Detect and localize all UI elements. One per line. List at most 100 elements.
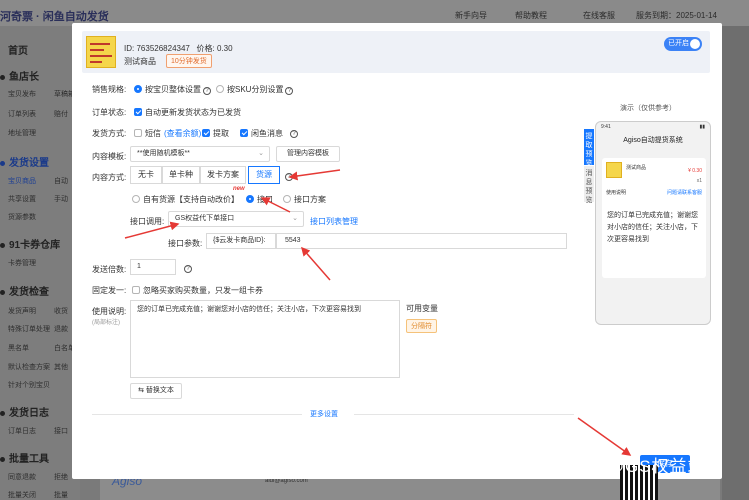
- send-multiple-label: 发送倍数:: [92, 265, 127, 274]
- sidebar-item[interactable]: 共享设置: [8, 194, 36, 204]
- preview-message: 您的订单已完成充值；谢谢您对小店的信任；关注小店，下次更容易找到: [607, 212, 698, 243]
- nav-guide[interactable]: 新手向导: [455, 10, 487, 21]
- view-balance-link[interactable]: (查看余额): [164, 128, 201, 139]
- manage-template-button[interactable]: 管理内容模板: [276, 146, 340, 162]
- sales-spec-label: 销售规格:: [92, 85, 127, 94]
- separator-variable-tag[interactable]: 分隔符: [406, 319, 437, 333]
- help-icon[interactable]: ?: [285, 87, 294, 95]
- bullet-icon: [0, 160, 5, 166]
- interface-option[interactable]: 接口: [246, 194, 273, 205]
- divider: [354, 414, 574, 415]
- replace-icon: ⇆: [138, 387, 144, 394]
- preview-usage-label: 使用说明: [606, 190, 627, 196]
- sidebar-item[interactable]: 订单列表: [8, 109, 36, 119]
- content-mode-card-plan[interactable]: 发卡方案: [200, 166, 246, 184]
- param-value-input[interactable]: 5543: [276, 233, 567, 249]
- sidebar-item[interactable]: 赔付: [54, 109, 68, 119]
- tab-message-preview[interactable]: 消息预览: [584, 166, 594, 204]
- watermark: 知乎 @GS权益站: [565, 457, 706, 476]
- pickup-checkbox[interactable]: 提取: [202, 128, 229, 139]
- sidebar-item[interactable]: 自动: [54, 176, 68, 186]
- auto-update-status-checkbox[interactable]: 自动更新发货状态为已发货: [134, 107, 241, 118]
- content-mode-no-card[interactable]: 无卡: [130, 166, 162, 184]
- sidebar-section-shipping[interactable]: 发货设置: [0, 154, 49, 169]
- sidebar-item[interactable]: 手动: [54, 194, 68, 204]
- usage-textarea[interactable]: 您的订单已完成充值；谢谢您对小店的信任；关注小店，下次更容易找到: [130, 300, 400, 378]
- nav-help[interactable]: 帮助教程: [515, 10, 547, 21]
- sidebar-item[interactable]: 订单日志: [8, 426, 36, 436]
- sidebar-section-home[interactable]: 首页: [8, 42, 28, 57]
- interface-call-label: 接口调用:: [130, 217, 165, 226]
- sidebar-item[interactable]: 发货声明: [8, 306, 36, 316]
- content-mode-single-card[interactable]: 单卡种: [162, 166, 200, 184]
- brand-title: 河奇票 · 闲鱼自动发货: [0, 11, 109, 23]
- product-thumbnail: [86, 36, 116, 68]
- sidebar-item[interactable]: 批量: [54, 490, 68, 500]
- sidebar-item[interactable]: 默认检查方案: [8, 362, 50, 372]
- preview-title: 演示（仅供参考）: [620, 105, 676, 112]
- checkbox-checked-icon: [134, 108, 142, 116]
- bullet-icon: [0, 456, 5, 462]
- sidebar-section-cards[interactable]: 91卡券仓库: [0, 236, 60, 251]
- product-name: 测试商品: [124, 57, 156, 66]
- interface-plan-option[interactable]: 接口方案: [283, 194, 326, 205]
- help-icon[interactable]: ?: [203, 87, 211, 95]
- sidebar-item[interactable]: 地址管理: [8, 128, 36, 138]
- radio-selected-icon: [134, 85, 142, 93]
- bullet-icon: [0, 74, 5, 80]
- preview-price: ¥ 0.30: [688, 168, 702, 174]
- checkbox-checked-icon: [240, 129, 248, 137]
- checkbox-checked-icon: [202, 129, 210, 137]
- sidebar-item[interactable]: 针对个别宝贝: [8, 380, 50, 390]
- nav-support[interactable]: 在线客服: [583, 10, 615, 21]
- sidebar-section-tools[interactable]: 批量工具: [0, 450, 49, 465]
- sidebar-item-active[interactable]: 宝贝商品: [8, 176, 36, 186]
- sidebar-item[interactable]: 宝贝发布: [8, 89, 36, 99]
- replace-text-button[interactable]: ⇆ 替换文本: [130, 383, 182, 399]
- sales-spec-whole-option[interactable]: 按宝贝整体设置?: [134, 84, 211, 95]
- content-template-select[interactable]: **使用随机模板** ⌄: [130, 146, 270, 162]
- sms-checkbox[interactable]: 短信: [134, 128, 161, 139]
- sidebar-item[interactable]: 货源参数: [8, 212, 36, 222]
- delivery-time-badge: 10分钟发货: [166, 54, 212, 68]
- sidebar-item[interactable]: 特殊订单处理: [8, 324, 50, 334]
- sidebar-section-check[interactable]: 发货检查: [0, 283, 49, 298]
- sidebar-section-logs[interactable]: 发货日志: [0, 404, 49, 419]
- sidebar-item[interactable]: 收货: [54, 306, 68, 316]
- sidebar-item[interactable]: 拒绝: [54, 472, 68, 482]
- tab-pickup-preview[interactable]: 提取预览: [584, 129, 594, 167]
- radio-icon: [216, 85, 224, 93]
- content-mode-source[interactable]: 货源: [248, 166, 280, 184]
- interface-list-manage-link[interactable]: 接口列表管理: [310, 216, 358, 227]
- fixed-one-checkbox[interactable]: 忽略买家购买数量，只发一组卡券: [132, 285, 263, 296]
- phone-order-card: 测试商品 ¥ 0.30 x1 使用说明 问题请联系客服 您的订单已完成充值；谢谢…: [602, 158, 706, 278]
- help-icon[interactable]: ?: [182, 263, 192, 273]
- own-source-option[interactable]: 自有货源【支持自动改价】: [132, 194, 239, 205]
- sales-spec-sku-option[interactable]: 按SKU分别设置?: [216, 84, 294, 95]
- sidebar-item[interactable]: 黑名单: [8, 343, 29, 353]
- sidebar-item[interactable]: 同意退款: [8, 472, 36, 482]
- checkbox-icon: [134, 129, 142, 137]
- sidebar-item[interactable]: 批量关闭: [8, 490, 36, 500]
- interface-call-select[interactable]: GS权益代下单接口 ⌄: [168, 211, 304, 227]
- phone-status-bar: 9:41 ▮▮: [601, 124, 705, 130]
- enable-toggle[interactable]: 已开启: [664, 37, 702, 51]
- bullet-icon: [0, 242, 5, 248]
- sidebar-item[interactable]: 退款: [54, 324, 68, 334]
- content-template-label: 内容模板:: [92, 152, 127, 161]
- usage-sublabel: (局部标注): [92, 320, 120, 326]
- sidebar-section-shop[interactable]: 鱼店长: [0, 68, 39, 83]
- help-icon[interactable]: ?: [283, 171, 293, 181]
- phone-app-title: Agiso自动提货系统: [623, 137, 683, 144]
- chevron-down-icon: ⌄: [258, 150, 264, 157]
- send-multiple-input[interactable]: 1: [130, 259, 176, 275]
- sidebar-item[interactable]: 接口: [54, 426, 68, 436]
- radio-icon: [283, 195, 291, 203]
- xianyu-message-checkbox[interactable]: 闲鱼消息: [240, 128, 283, 139]
- help-icon[interactable]: ?: [288, 128, 298, 138]
- sidebar-item[interactable]: 其他: [54, 362, 68, 372]
- sidebar-item[interactable]: 卡券管理: [8, 258, 36, 268]
- preview-qty: x1: [696, 178, 702, 184]
- more-settings-link[interactable]: 更多设置: [310, 409, 338, 419]
- product-thumbnail: [606, 162, 622, 178]
